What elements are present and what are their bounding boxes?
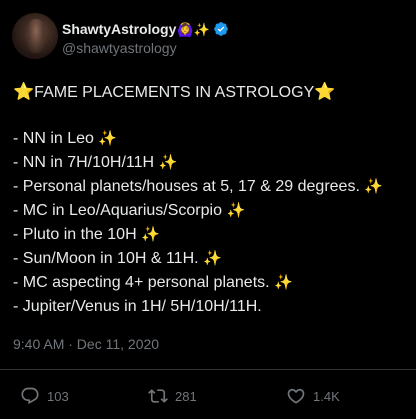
list-item: - NN in 7H/10H/11H ✨ (13, 151, 383, 175)
verified-badge-icon (213, 22, 228, 36)
sparkle-icon: ✨ (203, 250, 222, 267)
author-name-row[interactable]: ShawtyAstrology 🙆‍♀️✨ (62, 20, 229, 38)
list-item-text: - NN in 7H/10H/11H (13, 154, 159, 171)
action-bar: 103 281 1.4K (0, 384, 416, 408)
divider (0, 369, 416, 370)
retweet-button[interactable]: 281 (148, 384, 197, 408)
reply-icon (21, 387, 39, 405)
retweet-icon (148, 389, 168, 403)
list-item: - MC aspecting 4+ personal planets. ✨ (13, 271, 383, 295)
list-item: - MC in Leo/Aquarius/Scorpio ✨ (13, 199, 383, 223)
sparkle-icon: ✨ (364, 178, 384, 195)
list-item: - Sun/Moon in 10H & 11H. ✨ (13, 247, 383, 271)
tweet-body-list: - NN in Leo ✨ - NN in 7H/10H/11H ✨ - Per… (13, 127, 383, 319)
list-item-text: - Jupiter/Venus in 1H/ 5H/10H/11H. (13, 298, 262, 315)
sparkle-icon: ✨ (98, 130, 118, 147)
reply-count: 103 (47, 388, 69, 404)
sparkle-icon: ✨ (274, 274, 293, 291)
list-item: - NN in Leo ✨ (13, 127, 383, 151)
star-icon: ⭐ (13, 82, 35, 101)
like-count: 1.4K (313, 388, 340, 404)
avatar[interactable] (12, 13, 58, 59)
list-item: - Pluto in the 10H ✨ (13, 223, 383, 247)
tweet-timestamp[interactable]: 9:40 AM · Dec 11, 2020 (13, 336, 159, 352)
author-display-name[interactable]: ShawtyAstrology (62, 21, 176, 37)
list-item-text: - NN in Leo (13, 130, 99, 147)
author-handle[interactable]: @shawtyastrology (62, 40, 177, 56)
list-item: - Jupiter/Venus in 1H/ 5H/10H/11H. (13, 295, 383, 319)
list-item-text: - MC aspecting 4+ personal planets. (13, 274, 275, 291)
list-item-text: - Sun/Moon in 10H & 11H. (13, 250, 204, 267)
sparkle-icon: ✨ (141, 226, 160, 243)
retweet-count: 281 (175, 388, 197, 404)
sparkle-icon: ✨ (158, 154, 178, 171)
name-emoji: 🙆‍♀️✨ (177, 21, 210, 37)
list-item-text: - Pluto in the 10H (13, 226, 142, 243)
star-icon: ⭐ (314, 82, 336, 101)
list-item-text: - Personal planets/houses at 5, 17 & 29 … (13, 178, 365, 195)
tweet-card: ShawtyAstrology 🙆‍♀️✨ @shawtyastrology ⭐… (0, 0, 416, 419)
headline-text: FAME PLACEMENTS IN ASTROLOGY (34, 84, 315, 101)
like-button[interactable]: 1.4K (286, 384, 340, 408)
reply-button[interactable]: 103 (20, 384, 69, 408)
sparkle-icon: ✨ (226, 202, 246, 219)
list-item: - Personal planets/houses at 5, 17 & 29 … (13, 175, 383, 199)
tweet-headline: ⭐FAME PLACEMENTS IN ASTROLOGY⭐ (13, 82, 335, 102)
heart-icon (287, 388, 305, 404)
list-item-text: - MC in Leo/Aquarius/Scorpio (13, 202, 227, 219)
